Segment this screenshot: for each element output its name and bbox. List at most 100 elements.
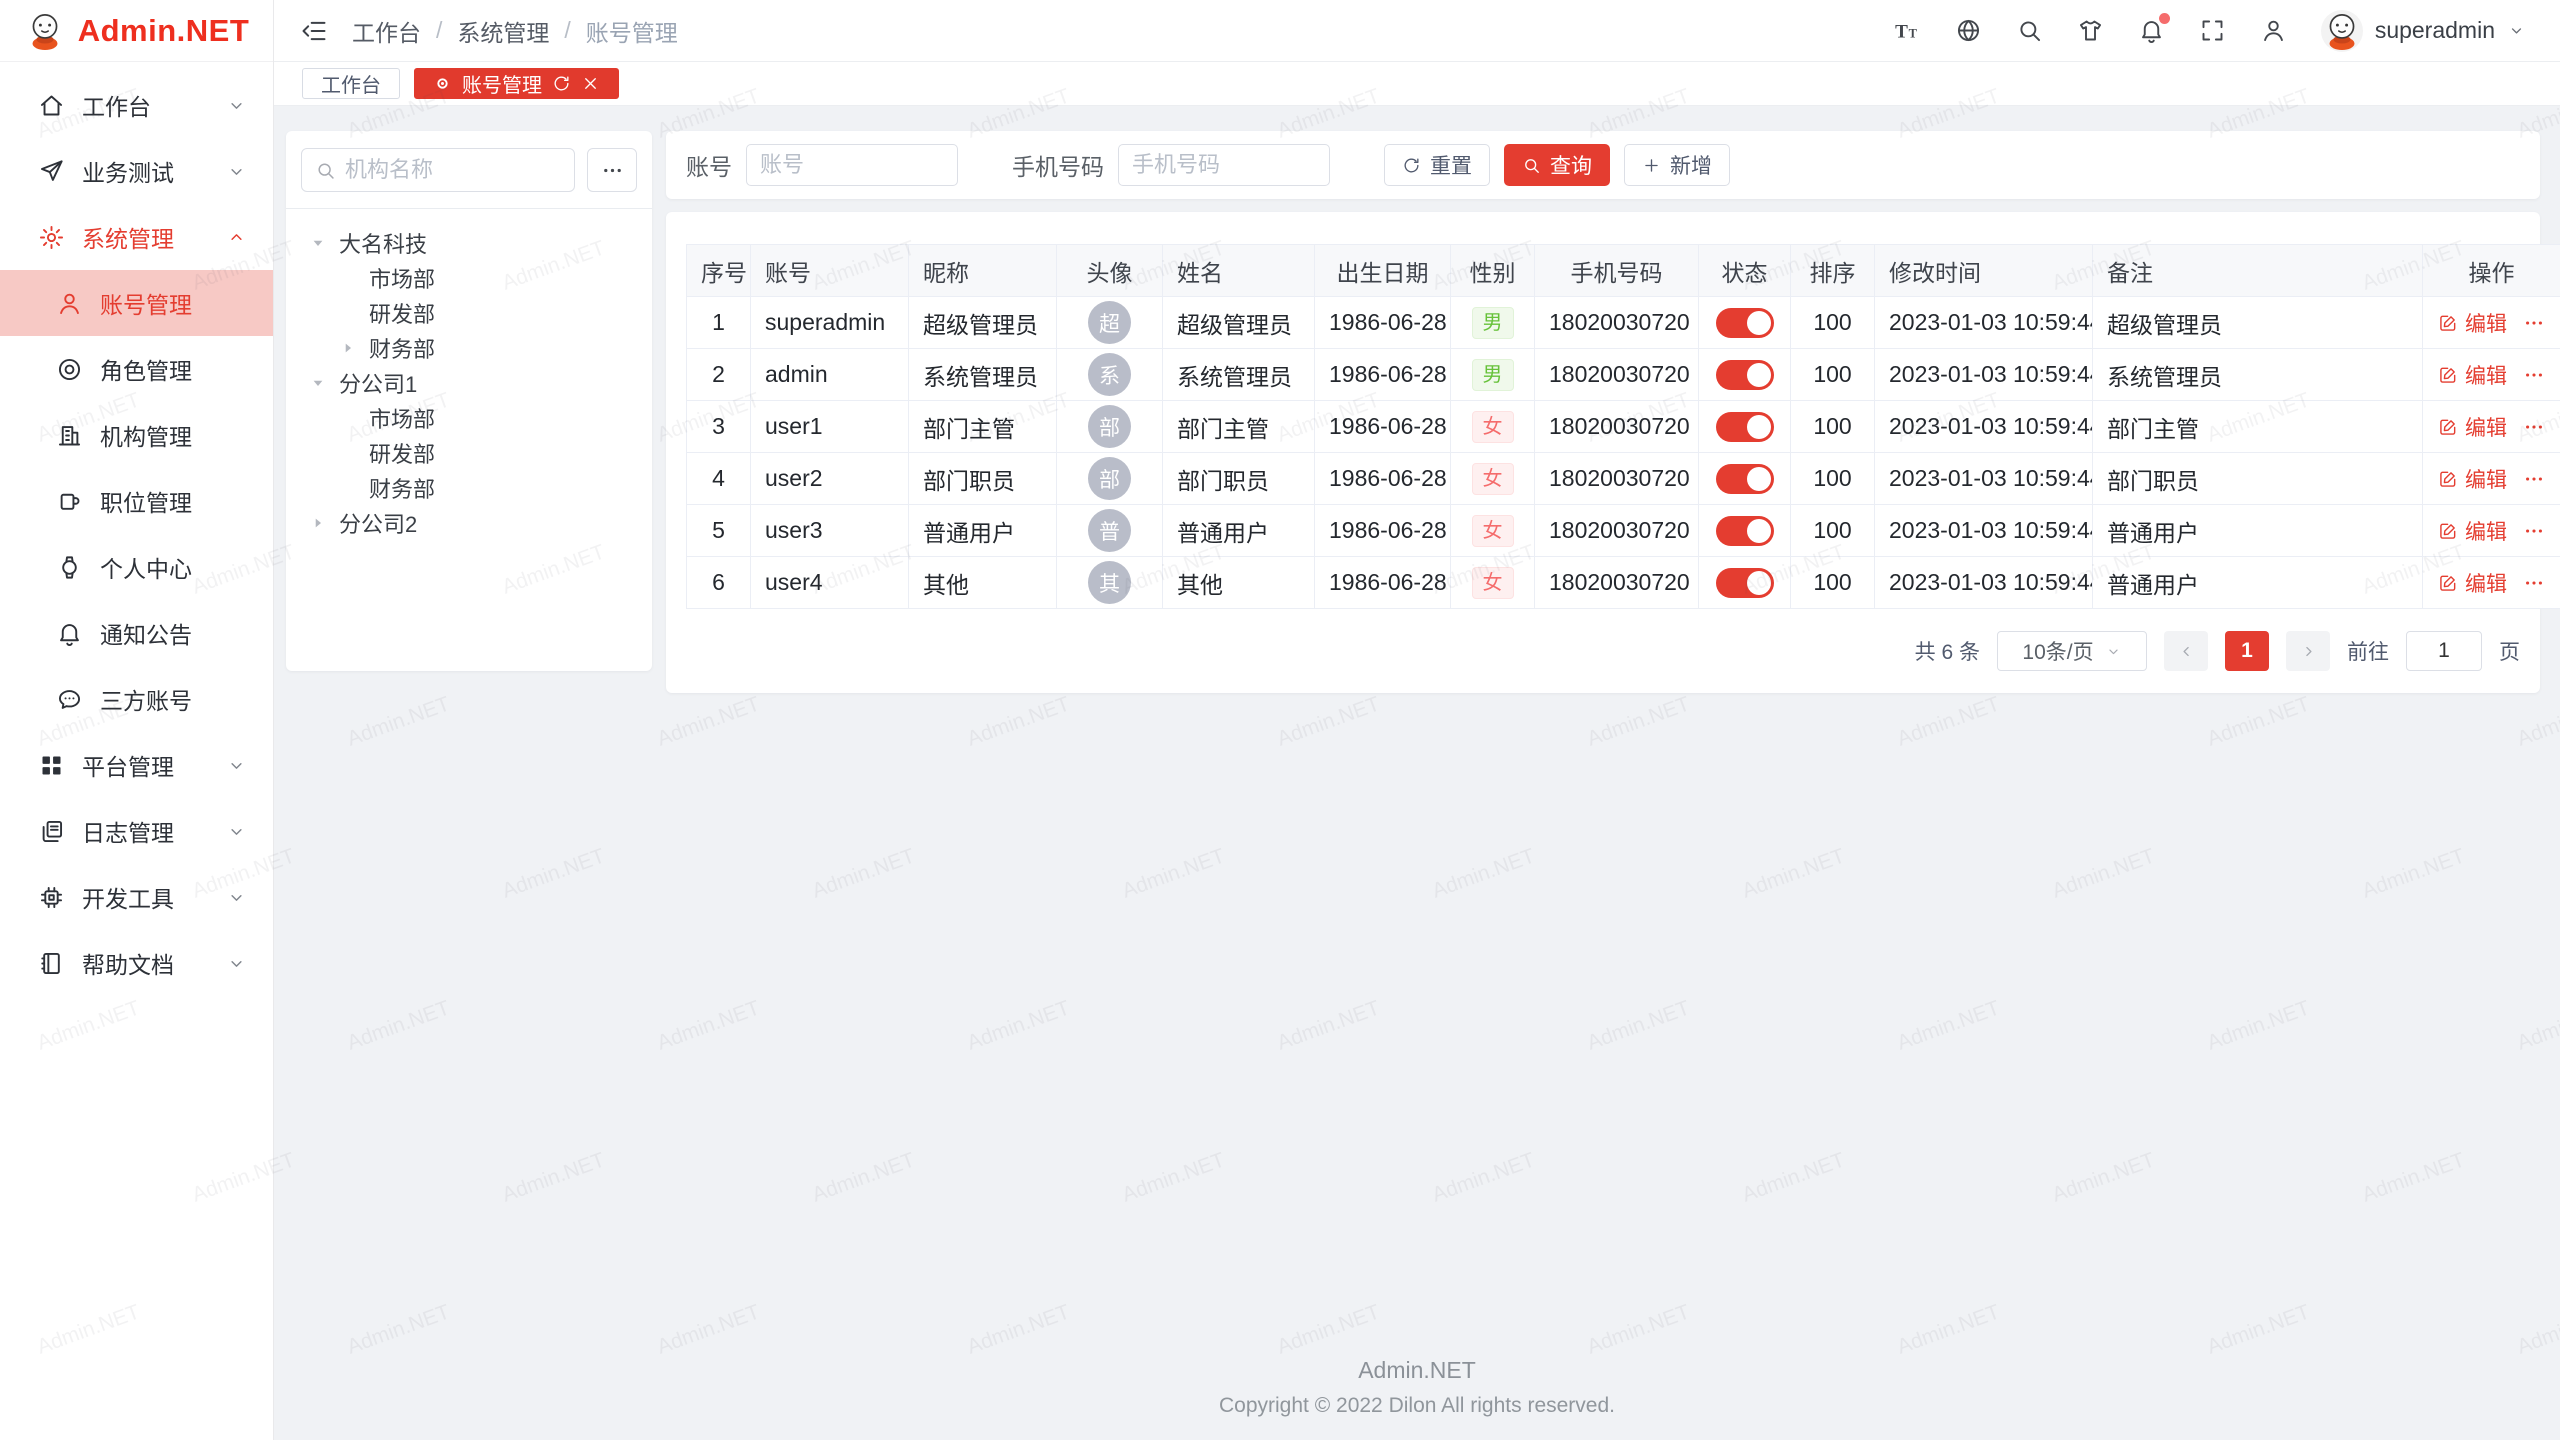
more-icon: [601, 159, 624, 182]
tree-node-label: 分公司2: [339, 507, 417, 539]
sidebar-item-platform-management[interactable]: 平台管理: [0, 732, 273, 798]
gender-badge: 女: [1472, 463, 1514, 495]
breadcrumb-item-1[interactable]: 系统管理: [457, 14, 549, 48]
search-icon: [315, 160, 336, 181]
breadcrumb: 工作台/系统管理/账号管理: [352, 14, 678, 48]
tree-more-button[interactable]: [587, 148, 637, 192]
tree-node-label: 财务部: [369, 332, 435, 364]
tree-node[interactable]: 分公司1: [301, 365, 637, 400]
sidebar-item-third-party-account[interactable]: 三方账号: [0, 666, 273, 732]
search-icon[interactable]: [2016, 17, 2043, 44]
caret-down-icon[interactable]: [307, 372, 339, 394]
cell-phone: 18020030720: [1535, 401, 1699, 453]
tree-node[interactable]: 研发部: [301, 295, 637, 330]
sidebar-item-personal-center[interactable]: 个人中心: [0, 534, 273, 600]
cell-nickname: 系统管理员: [909, 349, 1057, 401]
row-avatar: 部: [1088, 457, 1131, 500]
edit-icon: [2438, 573, 2458, 593]
tree-node[interactable]: 市场部: [301, 400, 637, 435]
reset-button[interactable]: 重置: [1384, 144, 1490, 186]
tree-node[interactable]: 财务部: [301, 470, 637, 505]
refresh-icon: [1402, 156, 1421, 175]
status-toggle[interactable]: [1716, 360, 1774, 390]
cell-ops: 编辑: [2423, 557, 2560, 609]
tree-node[interactable]: 研发部: [301, 435, 637, 470]
tab-account-management[interactable]: 账号管理: [414, 68, 619, 99]
sidebar-item-system-management[interactable]: 系统管理: [0, 204, 273, 270]
sidebar-item-log-management[interactable]: 日志管理: [0, 798, 273, 864]
status-toggle[interactable]: [1716, 516, 1774, 546]
theme-icon[interactable]: [2077, 17, 2104, 44]
sidebar-item-notice[interactable]: 通知公告: [0, 600, 273, 666]
row-more-button[interactable]: [2523, 520, 2545, 542]
column-header-phone: 手机号码: [1535, 245, 1699, 297]
phone-input[interactable]: [1132, 152, 1316, 178]
tree-node[interactable]: 财务部: [301, 330, 637, 365]
edit-button[interactable]: 编辑: [2438, 360, 2507, 390]
sidebar-item-help-docs[interactable]: 帮助文档: [0, 930, 273, 996]
tree-node[interactable]: 分公司2: [301, 505, 637, 540]
sidebar-item-role-management[interactable]: 角色管理: [0, 336, 273, 402]
status-toggle[interactable]: [1716, 568, 1774, 598]
logo[interactable]: Admin.NET: [0, 0, 273, 62]
sidebar-item-dev-tools[interactable]: 开发工具: [0, 864, 273, 930]
edit-button[interactable]: 编辑: [2438, 464, 2507, 494]
sidebar-item-business-test[interactable]: 业务测试: [0, 138, 273, 204]
org-search-input[interactable]: [345, 157, 561, 183]
cell-ops: 编辑: [2423, 297, 2560, 349]
tree-node[interactable]: 市场部: [301, 260, 637, 295]
account-input[interactable]: [760, 152, 944, 178]
notification-icon[interactable]: [2138, 17, 2165, 44]
row-more-button[interactable]: [2523, 468, 2545, 490]
breadcrumb-separator: /: [564, 17, 570, 44]
row-more-button[interactable]: [2523, 572, 2545, 594]
sidebar-collapse-button[interactable]: [300, 17, 328, 45]
caret-down-icon[interactable]: [307, 232, 339, 254]
edit-button[interactable]: 编辑: [2438, 412, 2507, 442]
edit-button[interactable]: 编辑: [2438, 516, 2507, 546]
row-more-button[interactable]: [2523, 364, 2545, 386]
status-toggle[interactable]: [1716, 412, 1774, 442]
breadcrumb-item-0[interactable]: 工作台: [352, 14, 421, 48]
profile-icon[interactable]: [2260, 17, 2287, 44]
column-header-remark: 备注: [2093, 245, 2423, 297]
fullscreen-icon[interactable]: [2199, 17, 2226, 44]
status-toggle[interactable]: [1716, 464, 1774, 494]
cpu-icon: [38, 884, 65, 911]
chevron-down-icon: [226, 821, 247, 842]
sidebar-item-account-management[interactable]: 账号管理: [0, 270, 273, 336]
status-toggle[interactable]: [1716, 308, 1774, 338]
caret-right-icon[interactable]: [337, 337, 369, 359]
cell-ops: 编辑: [2423, 401, 2560, 453]
notification-badge: [2159, 13, 2170, 24]
pagination-total: 共 6 条: [1915, 636, 1980, 666]
prev-page-button[interactable]: [2164, 631, 2208, 671]
user-menu[interactable]: superadmin: [2321, 10, 2526, 52]
add-button[interactable]: 新增: [1624, 144, 1730, 186]
sidebar-item-position-management[interactable]: 职位管理: [0, 468, 273, 534]
next-page-button[interactable]: [2286, 631, 2330, 671]
language-icon[interactable]: [1955, 17, 1982, 44]
chevron-down-icon: [2105, 643, 2122, 660]
caret-right-icon[interactable]: [307, 512, 339, 534]
chevron-left-icon: [2177, 642, 2196, 661]
row-more-button[interactable]: [2523, 416, 2545, 438]
edit-button[interactable]: 编辑: [2438, 568, 2507, 598]
tab-refresh-icon[interactable]: [552, 74, 571, 93]
tab-close-icon[interactable]: [581, 74, 600, 93]
query-button[interactable]: 查询: [1504, 144, 1610, 186]
page-1-button[interactable]: 1: [2225, 631, 2269, 671]
cell-account: user1: [751, 401, 909, 453]
page-size-select[interactable]: 10条/页: [1997, 631, 2147, 671]
cell-nickname: 部门主管: [909, 401, 1057, 453]
plus-icon: [1642, 156, 1661, 175]
tree-node[interactable]: 大名科技: [301, 225, 637, 260]
edit-button[interactable]: 编辑: [2438, 308, 2507, 338]
goto-page-input[interactable]: [2406, 631, 2482, 671]
row-more-button[interactable]: [2523, 312, 2545, 334]
tab-workbench[interactable]: 工作台: [302, 68, 400, 99]
sidebar-item-workbench[interactable]: 工作台: [0, 72, 273, 138]
sidebar-item-org-management[interactable]: 机构管理: [0, 402, 273, 468]
tree-node-label: 市场部: [369, 402, 435, 434]
font-size-icon[interactable]: TT: [1894, 17, 1921, 44]
